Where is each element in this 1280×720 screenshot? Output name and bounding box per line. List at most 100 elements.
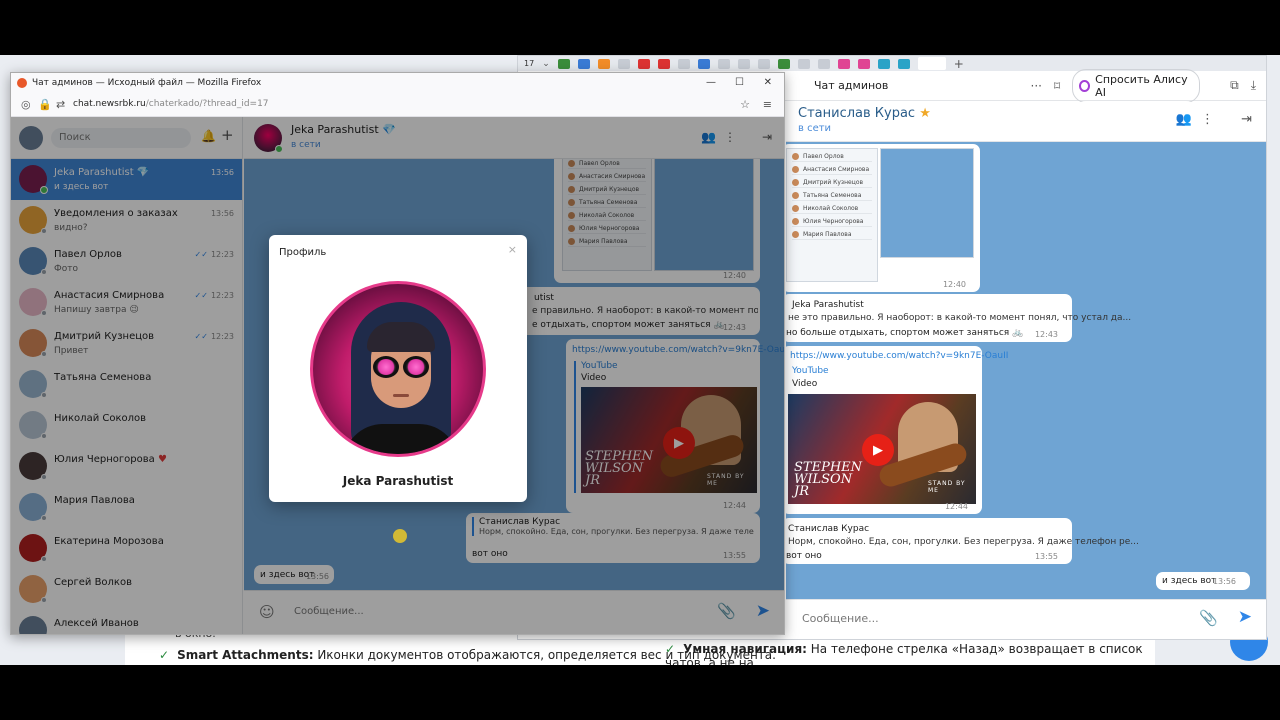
tab-active[interactable] [917, 57, 946, 70]
play-icon[interactable]: ▶ [862, 434, 894, 466]
permissions-icon[interactable]: ⇄ [56, 98, 65, 111]
tab-counter[interactable]: 17 [524, 59, 534, 68]
avatar[interactable] [19, 126, 43, 150]
kebab-menu-icon[interactable]: ⋮ [724, 130, 736, 144]
alice-button[interactable]: Спросить Алису AI [1072, 68, 1201, 103]
avatar [568, 185, 575, 193]
chat-list-item[interactable]: Jeka Parashutist 💎 и здесь вот 13:56 [11, 159, 242, 200]
exit-icon[interactable]: ⇥ [1241, 112, 1252, 127]
members-icon[interactable]: 👥 [1176, 112, 1192, 127]
add-chat-icon[interactable]: + [221, 126, 234, 144]
tab-favicon[interactable] [797, 58, 810, 69]
link-preview[interactable]: YouTube Video ▶ STEPHEN WILSON JR STAND … [574, 361, 757, 493]
chat-list-item[interactable]: Анастасия Смирнова Напишу завтра 😉 ✓✓ 12:23 [11, 282, 242, 323]
lock-icon[interactable]: 🔒 [38, 98, 52, 111]
video-thumbnail[interactable]: ▶ STEPHEN WILSON JR STAND BY ME [788, 394, 976, 504]
exit-icon[interactable]: ⇥ [762, 130, 772, 144]
new-tab-icon[interactable]: + [954, 57, 964, 71]
link-preview-message[interactable]: https://www.youtube.com/watch?v=9kn7E-Oa… [566, 339, 784, 513]
kebab-menu-icon[interactable]: ⋮ [1201, 112, 1214, 127]
screenshot-row: Дмитрий Кузнецов [568, 184, 646, 195]
translate-icon[interactable]: ⧉ [1230, 78, 1239, 93]
chat-preview: видно? [54, 223, 88, 233]
tab-favicon[interactable] [897, 58, 910, 69]
message-input[interactable]: Сообщение... [802, 612, 879, 625]
menu-icon[interactable]: ≡ [763, 98, 772, 111]
emoji-icon[interactable]: ☺ [259, 603, 275, 621]
tab-favicon[interactable] [637, 58, 650, 69]
tab-favicon[interactable] [877, 58, 890, 69]
tab-favicon[interactable] [657, 58, 670, 69]
message-screenshot[interactable]: Павел Орлов Анастасия Смирнова Дмитрий Куз… [786, 144, 980, 292]
paperclip-icon[interactable]: 📎 [1199, 609, 1218, 627]
bookmark-icon[interactable]: ⌑ [1054, 79, 1060, 93]
close-icon[interactable]: ✕ [764, 77, 772, 88]
tab-favicon[interactable] [677, 58, 690, 69]
message-link[interactable]: https://www.youtube.com/watch?v=9kn7E-Oa… [572, 345, 784, 355]
send-icon[interactable]: ➤ [1238, 607, 1252, 627]
download-icon[interactable]: ⤓ [1251, 78, 1256, 93]
tab-favicon[interactable] [577, 58, 590, 69]
message-bubble[interactable]: utist е правильно. Я наоборот: в какой-т… [514, 287, 760, 335]
chat-list-item[interactable]: Екатерина Морозова [11, 528, 242, 569]
chat-list-item[interactable]: Юлия Черногорова ♥ [11, 446, 242, 487]
diamond-icon: 💎 [133, 167, 150, 178]
screenshot-row: Анастасия Смирнова [792, 164, 872, 175]
tab-favicon[interactable] [817, 58, 830, 69]
message-bubble[interactable]: Станислав Курас Норм, спокойно. Еда, сон… [786, 518, 1139, 564]
message-bubble[interactable]: Jeka Parashutist не это правильно. Я нао… [786, 294, 1131, 342]
presence-indicator [41, 269, 47, 275]
tab-favicon[interactable] [557, 58, 570, 69]
message-bubble[interactable]: Станислав Курас Норм, спокойно. Еда, сон… [466, 513, 760, 563]
message-link[interactable]: https://www.youtube.com/watch?v=9kn7E-Oa… [790, 351, 1008, 361]
avatar [568, 224, 575, 232]
chat-list-item[interactable]: Татьяна Семенова [11, 364, 242, 405]
presence-indicator [41, 597, 47, 603]
presence-indicator [41, 515, 47, 521]
shield-icon[interactable]: ◎ [21, 98, 31, 111]
message-screenshot[interactable]: Павел Орлов Анастасия Смирнова Дмитрий Куз… [554, 159, 760, 283]
chat-list-item[interactable]: Николай Соколов [11, 405, 242, 446]
chat-list-item[interactable]: Павел Орлов Фото ✓✓ 12:23 [11, 241, 242, 282]
close-icon[interactable]: × [508, 243, 517, 256]
search-input[interactable]: Поиск [51, 128, 191, 148]
link-preview-message[interactable]: https://www.youtube.com/watch?v=9kn7E-Oa… [786, 346, 1008, 514]
message-bubble-own[interactable]: и здесь вот 13:56 [1156, 572, 1250, 590]
tab-favicon[interactable] [857, 58, 870, 69]
tab-favicon[interactable] [777, 58, 790, 69]
url-bar[interactable]: ◎ 🔒 ⇄ chat.newsrbk.ru/chaterkado/?thread… [11, 93, 784, 117]
chat-list-item[interactable]: Мария Павлова [11, 487, 242, 528]
members-icon[interactable]: 👥 [701, 130, 716, 144]
maximize-icon[interactable]: ☐ [735, 77, 744, 88]
tab-favicon[interactable] [597, 58, 610, 69]
tab-favicon[interactable] [697, 58, 710, 69]
chat-name: Дмитрий Кузнецов [54, 331, 155, 342]
chat-list-item[interactable]: Дмитрий Кузнецов Привет ✓✓ 12:23 [11, 323, 242, 364]
chat-list-item[interactable]: Уведомления о заказах видно? 13:56 [11, 200, 242, 241]
message-quote: Норм, спокойно. Еда, сон, прогулки. Без … [788, 537, 1139, 547]
tab-favicon[interactable] [757, 58, 770, 69]
composer: ☺ Сообщение... 📎 ➤ [244, 590, 784, 634]
message-input[interactable]: Сообщение... [294, 606, 364, 617]
video-thumbnail[interactable]: ▶ STEPHEN WILSON JR STAND BY ME [581, 387, 757, 493]
bell-icon[interactable]: 🔔 [201, 129, 216, 143]
tab-favicon[interactable] [737, 58, 750, 69]
paperclip-icon[interactable]: 📎 [717, 602, 736, 620]
presence-indicator [41, 556, 47, 562]
avatar [792, 191, 799, 199]
star-icon[interactable]: ☆ [740, 98, 750, 111]
chevron-down-icon[interactable]: ⌄ [542, 59, 550, 69]
chat-list-item[interactable]: Алексей Иванов [11, 610, 242, 634]
tab-favicon[interactable] [617, 58, 630, 69]
url-text[interactable]: chat.newsrbk.ru/chaterkado/?thread_id=17 [73, 99, 269, 109]
tab-favicon[interactable] [717, 58, 730, 69]
play-icon[interactable]: ▶ [663, 427, 695, 459]
minimize-icon[interactable]: — [706, 77, 716, 88]
more-icon[interactable]: ··· [1031, 79, 1042, 93]
chat-list-item[interactable]: Сергей Волков [11, 569, 242, 610]
chat-title: Станислав Курас ★ [798, 106, 931, 121]
screenshot-thumbnail-chat [880, 148, 974, 258]
message-bubble-incoming[interactable]: и здесь вот 13:56 [254, 565, 334, 584]
tab-favicon[interactable] [837, 58, 850, 69]
send-icon[interactable]: ➤ [756, 601, 770, 621]
